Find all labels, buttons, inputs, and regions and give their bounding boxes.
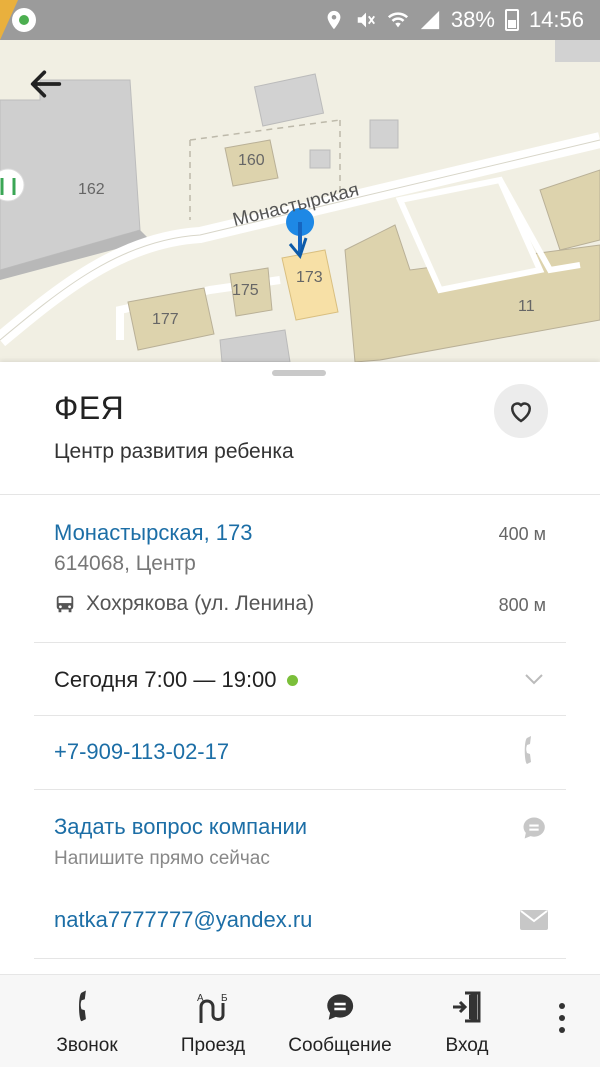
divider <box>34 715 566 716</box>
chevron-down-icon[interactable] <box>524 672 544 686</box>
call-button[interactable]: Звонок <box>42 975 132 1067</box>
sheet-drag-handle[interactable] <box>272 370 326 376</box>
building-label-162: 162 <box>78 181 105 198</box>
wifi-icon <box>387 12 408 28</box>
status-time: 14:56 <box>528 7 584 32</box>
map-view[interactable]: 160 162 173 175 177 11 Монастырская <box>0 40 600 362</box>
place-name: ФЕЯ <box>54 390 125 426</box>
more-dot <box>559 1027 565 1033</box>
divider <box>34 642 566 643</box>
back-button[interactable] <box>26 64 80 108</box>
favorite-button[interactable] <box>494 384 548 438</box>
message-icon <box>327 994 354 1020</box>
entrance-button[interactable]: Вход <box>422 975 512 1067</box>
entrance-button-label: Вход <box>445 1035 489 1056</box>
more-dot <box>559 1015 565 1021</box>
battery-percent: 38% <box>450 7 495 32</box>
divider <box>0 494 600 495</box>
bus-icon <box>56 595 74 613</box>
chat-bubble-icon[interactable] <box>520 814 548 842</box>
phone-icon[interactable] <box>522 736 542 766</box>
divider <box>34 789 566 790</box>
more-dot <box>559 1003 565 1009</box>
phone-icon <box>79 990 86 1022</box>
transit-distance: 800 м <box>498 595 546 615</box>
opening-hours-text: Сегодня 7:00 — 19:00 <box>54 667 277 692</box>
call-button-label: Звонок <box>56 1035 118 1056</box>
postal-code: 614068, Центр <box>54 552 196 575</box>
phone-link[interactable]: +7-909-113-02-17 <box>54 739 229 765</box>
mute-icon <box>357 12 375 28</box>
message-button[interactable]: Сообщение <box>284 975 396 1067</box>
arrow-left-icon <box>30 70 62 98</box>
heart-icon <box>510 402 532 423</box>
building-label-175: 175 <box>232 282 259 299</box>
address-distance: 400 м <box>498 524 546 544</box>
battery-icon <box>504 9 519 31</box>
place-card: ФЕЯ Центр развития ребенка Монастырская,… <box>0 362 600 974</box>
bottom-action-bar: Звонок А Б Проезд Сообщение Вход <box>0 974 600 1067</box>
status-icons: 38% 14:56 <box>323 6 584 34</box>
envelope-icon[interactable] <box>520 910 548 930</box>
status-bar: 38% 14:56 <box>0 0 600 40</box>
signal-icon <box>420 10 440 30</box>
building-label-160: 160 <box>238 152 265 169</box>
building-label-11: 11 <box>518 298 535 315</box>
message-button-label: Сообщение <box>288 1035 392 1056</box>
route-button-label: Проезд <box>180 1035 246 1056</box>
transit-stop[interactable]: Хохрякова (ул. Ленина) <box>54 592 314 616</box>
building-label-173: 173 <box>296 269 323 286</box>
address-link[interactable]: Монастырская, 173 <box>54 520 253 546</box>
location-icon <box>327 10 341 30</box>
more-options-button[interactable] <box>556 1003 568 1039</box>
opening-hours[interactable]: Сегодня 7:00 — 19:00 <box>54 667 298 693</box>
ask-question-subtitle: Напишите прямо сейчас <box>54 848 270 869</box>
divider <box>34 958 566 959</box>
svg-text:Б: Б <box>221 993 228 1004</box>
route-button[interactable]: А Б Проезд <box>168 975 258 1067</box>
transit-stop-name: Хохрякова (ул. Ленина) <box>86 592 315 615</box>
building-label-177: 177 <box>152 311 179 328</box>
entrance-icon <box>453 991 481 1023</box>
app-notification-icon <box>12 8 36 32</box>
place-category: Центр развития ребенка <box>54 440 294 463</box>
ask-question-link[interactable]: Задать вопрос компании <box>54 814 307 840</box>
open-status-dot <box>286 674 298 686</box>
email-link[interactable]: natka7777777@yandex.ru <box>54 907 312 933</box>
route-icon: А Б <box>197 993 228 1023</box>
